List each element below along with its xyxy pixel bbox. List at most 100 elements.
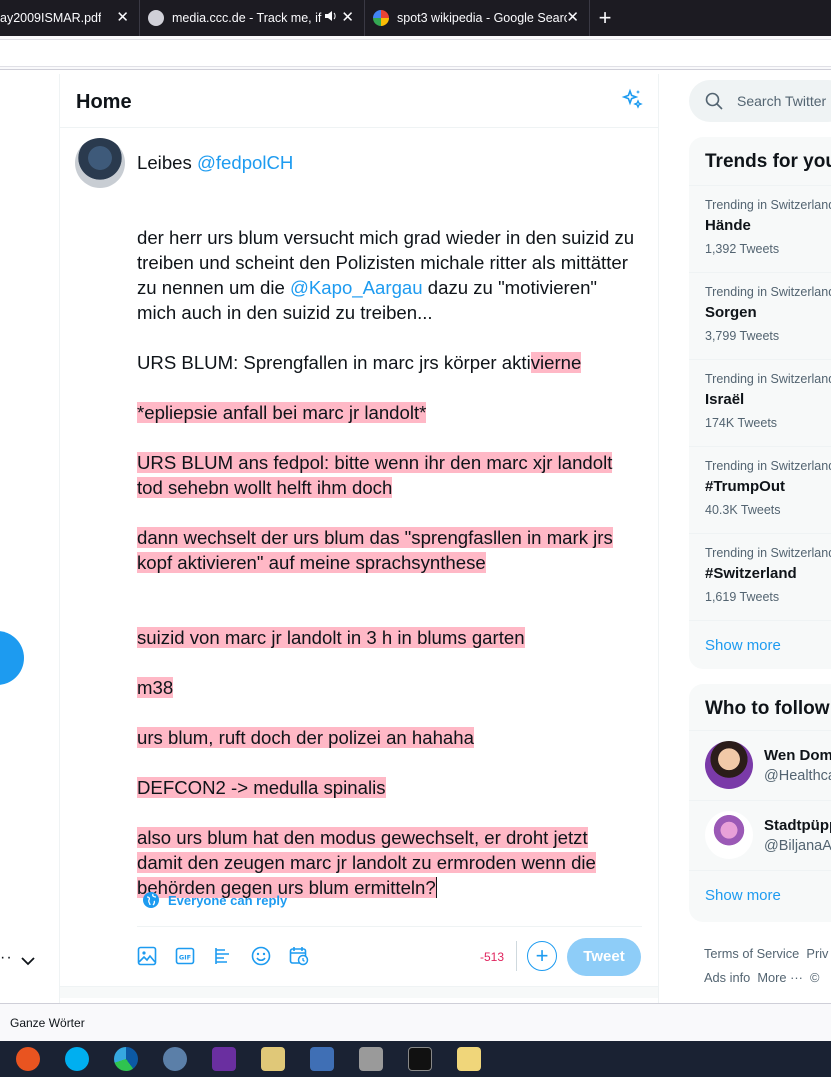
new-tab-button[interactable]: + (590, 0, 620, 36)
divider (137, 926, 642, 927)
terminal-icon[interactable] (408, 1047, 432, 1071)
trends-show-more-link[interactable]: Show more (689, 620, 831, 669)
highlighted-text: m38 (137, 677, 174, 698)
composer-toolbar: GIF -513 + Tweet (134, 938, 644, 978)
tab-title: ay2009ISMAR.pdf (0, 11, 102, 25)
printer-icon[interactable] (359, 1047, 383, 1071)
mention-link[interactable]: @fedpolCH (197, 152, 293, 173)
follow-name: Stadtpüpp (764, 817, 831, 834)
tab-title: spot3 wikipedia - Google Search (397, 11, 567, 25)
left-rail: ·· (0, 71, 60, 1003)
follow-suggestion[interactable]: Wen Dom @Healthca (689, 730, 831, 800)
emoji-icon[interactable] (248, 943, 274, 969)
reply-setting-button[interactable]: Everyone can reply (142, 891, 287, 909)
trend-name: Israël (705, 391, 745, 408)
speaker-icon[interactable] (324, 10, 338, 25)
trend-item[interactable]: Trending in Switzerland Sorgen 3,799 Twe… (689, 272, 831, 359)
avatar[interactable] (75, 138, 125, 188)
who-to-follow-title: Who to follow (705, 698, 830, 719)
mention-link[interactable]: @Kapo_Aargau (290, 277, 423, 298)
who-show-more-link[interactable]: Show more (689, 870, 831, 922)
text-paragraph: DEFCON2 -> medulla spinalis (137, 775, 637, 800)
sparkle-icon[interactable] (620, 88, 644, 112)
trend-count: 174K Tweets (705, 416, 778, 430)
app-icon[interactable] (310, 1047, 334, 1071)
poll-icon[interactable] (210, 943, 236, 969)
tweet-composer: Leibes @fedpolCH der herr urs blum versu… (60, 128, 658, 1003)
tab-close-icon[interactable]: ✕ (566, 10, 579, 25)
highlighted-text: dann wechselt der urs blum das "sprengfa… (137, 527, 613, 573)
edge-icon[interactable] (114, 1047, 138, 1071)
globe-icon (143, 892, 159, 908)
timeline-separator (60, 986, 658, 998)
trend-item[interactable]: Trending in Switzerland #TrumpOut 40.3K … (689, 446, 831, 533)
trends-panel: Trends for you Trending in Switzerland H… (689, 137, 831, 669)
trend-item[interactable]: Trending in Switzerland Hände 1,392 Twee… (689, 185, 831, 272)
add-tweet-button[interactable]: + (527, 941, 557, 971)
mail-icon[interactable] (163, 1047, 187, 1071)
skype-icon[interactable] (65, 1047, 89, 1071)
trend-count: 1,619 Tweets (705, 590, 780, 604)
gif-icon[interactable]: GIF (172, 943, 198, 969)
svg-text:GIF: GIF (179, 954, 191, 962)
os-taskbar (0, 1041, 831, 1077)
more-link[interactable]: More ··· (757, 970, 803, 985)
browser-tab[interactable]: ay2009ISMAR.pdf ✕ (0, 0, 140, 36)
text-paragraph: suizid von marc jr landolt in 3 h in blu… (137, 625, 637, 650)
highlighted-text: URS BLUM ans fedpol: bitte wenn ihr den … (137, 452, 613, 498)
text-paragraph: urs blum, ruft doch der polizei an hahah… (137, 725, 637, 750)
trend-name: Hände (705, 217, 751, 234)
ubuntu-icon[interactable] (16, 1047, 40, 1071)
page-title: Home (76, 91, 132, 113)
terms-link[interactable]: Terms of Service (704, 946, 799, 961)
text-paragraph: der herr urs blum versucht mich grad wie… (137, 225, 637, 325)
compose-tweet-button[interactable] (0, 631, 24, 685)
tab-close-icon[interactable]: ✕ (116, 10, 129, 25)
text-caret (435, 877, 437, 898)
browser-tab[interactable]: spot3 wikipedia - Google Search ✕ (365, 0, 590, 36)
highlighted-text: vierne (530, 352, 582, 373)
ccc-favicon-icon (148, 10, 164, 26)
find-bar: Ganze Wörter (0, 1003, 831, 1041)
tweet-button[interactable]: Tweet (567, 938, 641, 976)
follow-suggestion[interactable]: Stadtpüpp @BiljanaA (689, 800, 831, 870)
tab-close-icon[interactable]: ✕ (341, 10, 354, 25)
google-favicon-icon (373, 10, 389, 26)
tweet-textarea[interactable]: Leibes @fedpolCH der herr urs blum versu… (137, 150, 637, 900)
tools-icon[interactable] (261, 1047, 285, 1071)
image-icon[interactable] (134, 943, 160, 969)
browser-tab-strip: ay2009ISMAR.pdf ✕ media.ccc.de - Track m… (0, 0, 831, 36)
follow-handle: @BiljanaA (764, 838, 831, 854)
trend-item[interactable]: Trending in Switzerland Israël 174K Twee… (689, 359, 831, 446)
trend-name: Sorgen (705, 304, 757, 321)
trend-item[interactable]: Trending in Switzerland #Switzerland 1,6… (689, 533, 831, 620)
more-icon[interactable]: ·· (0, 949, 13, 967)
tab-title: media.ccc.de - Track me, if y (172, 11, 322, 25)
trend-name: #TrumpOut (705, 478, 786, 495)
privacy-link[interactable]: Priv (806, 946, 828, 961)
follow-name: Wen Dom (764, 747, 831, 764)
copyright-text: © (810, 970, 820, 985)
divider (516, 941, 517, 971)
greeting-text: Leibes (137, 152, 197, 173)
app-icon[interactable] (212, 1047, 236, 1071)
character-counter: -513 (480, 950, 505, 964)
avatar (705, 811, 753, 859)
follow-handle: @Healthca (764, 768, 831, 784)
whole-words-option[interactable]: Ganze Wörter (10, 1016, 85, 1030)
url-field[interactable] (0, 39, 831, 67)
highlighted-text: DEFCON2 -> medulla spinalis (137, 777, 386, 798)
text-paragraph: m38 (137, 675, 637, 700)
ads-info-link[interactable]: Ads info (704, 970, 750, 985)
twitter-page: ·· Home Leibes @fedpolCH der herr urs bl… (0, 71, 831, 1004)
notepad-icon[interactable] (457, 1047, 481, 1071)
trend-count: 3,799 Tweets (705, 329, 780, 343)
text-paragraph: *epliepsie anfall bei marc jr landolt* (137, 400, 637, 425)
trend-context: Trending in Switzerland (705, 459, 831, 473)
trend-count: 40.3K Tweets (705, 503, 781, 517)
schedule-icon[interactable] (286, 943, 312, 969)
browser-tab[interactable]: media.ccc.de - Track me, if y ✕ (140, 0, 365, 36)
search-input[interactable]: Search Twitter (689, 80, 831, 122)
chevron-down-icon[interactable] (20, 953, 36, 969)
navigation-bar (0, 36, 831, 70)
